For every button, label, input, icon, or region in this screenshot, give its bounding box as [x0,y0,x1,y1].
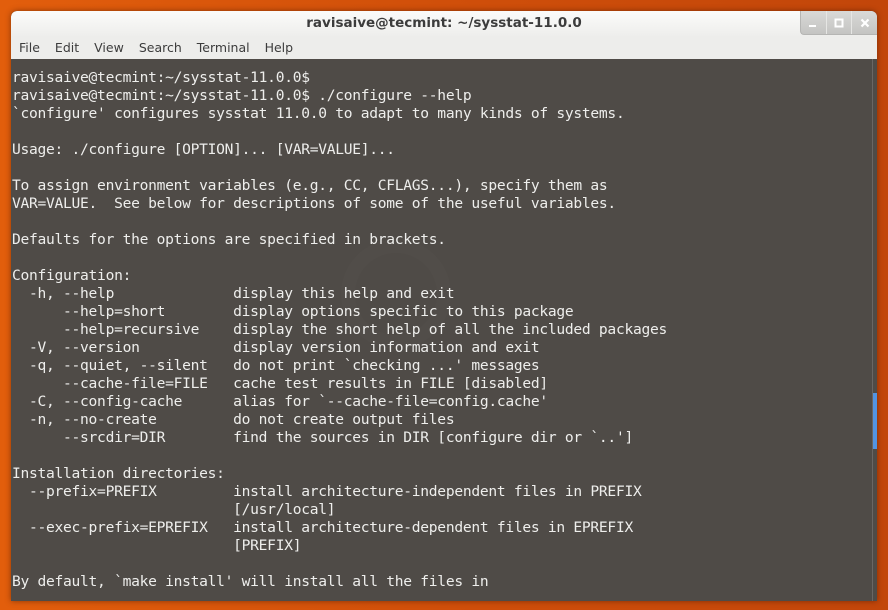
terminal-line: Usage: ./configure [OPTION]... [VAR=VALU… [12,141,395,158]
terminal-line: -C, --config-cache alias for `--cache-fi… [12,393,548,410]
terminal-line: --help=short display options specific to… [12,303,574,320]
window-controls [800,11,877,35]
terminal-line: ravisaive@tecmint:~/sysstat-11.0.0$ ./co… [12,87,472,104]
terminal-line: -V, --version display version informatio… [12,339,540,356]
title-bar[interactable]: ravisaive@tecmint: ~/sysstat-11.0.0 [11,11,877,36]
terminal-line: [/usr/local] [12,501,336,518]
terminal-line: ravisaive@tecmint:~/sysstat-11.0.0$ [12,69,310,86]
terminal-line: --help=recursive display the short help … [12,321,667,338]
terminal-line: Defaults for the options are specified i… [12,231,446,248]
terminal-text: ravisaive@tecmint:~/sysstat-11.0.0$ ravis… [12,69,667,591]
terminal-line: -n, --no-create do not create output fil… [12,411,455,428]
terminal-line: By default, `make install' will install … [12,573,489,590]
terminal-line: Installation directories: [12,465,225,482]
terminal-line: -q, --quiet, --silent do not print `chec… [12,357,540,374]
terminal-window: ravisaive@tecmint: ~/sysstat-11.0.0 File… [11,11,877,601]
close-button[interactable] [851,11,877,34]
terminal-line: -h, --help display this help and exit [12,285,455,302]
terminal-line: --srcdir=DIR find the sources in DIR [co… [12,429,633,446]
minimize-icon [809,24,817,27]
terminal-line: VAR=VALUE. See below for descriptions of… [12,195,616,212]
menu-terminal[interactable]: Terminal [197,40,250,55]
terminal-line: --exec-prefix=EPREFIX install architectu… [12,519,633,536]
maximize-icon [834,18,844,27]
menu-search[interactable]: Search [139,40,182,55]
menu-edit[interactable]: Edit [55,40,79,55]
close-icon [860,18,869,27]
window-title: ravisaive@tecmint: ~/sysstat-11.0.0 [306,15,582,31]
terminal-line: [PREFIX] [12,537,302,554]
menu-file[interactable]: File [19,40,40,55]
terminal-output-area[interactable]: ravisaive@tecmint:~/sysstat-11.0.0$ ravis… [11,59,873,601]
terminal-line: --cache-file=FILE cache test results in … [12,375,548,392]
minimize-button[interactable] [801,11,826,34]
terminal-line: --prefix=PREFIX install architecture-ind… [12,483,642,500]
maximize-button[interactable] [825,11,852,34]
vertical-scrollbar[interactable] [872,59,877,601]
terminal-line: Configuration: [12,267,132,284]
terminal-line: To assign environment variables (e.g., C… [12,177,608,194]
terminal-line: `configure' configures sysstat 11.0.0 to… [12,105,625,122]
menu-view[interactable]: View [94,40,124,55]
menu-help[interactable]: Help [265,40,294,55]
menu-bar: File Edit View Search Terminal Help [11,36,877,59]
scrollbar-thumb[interactable] [873,393,877,449]
